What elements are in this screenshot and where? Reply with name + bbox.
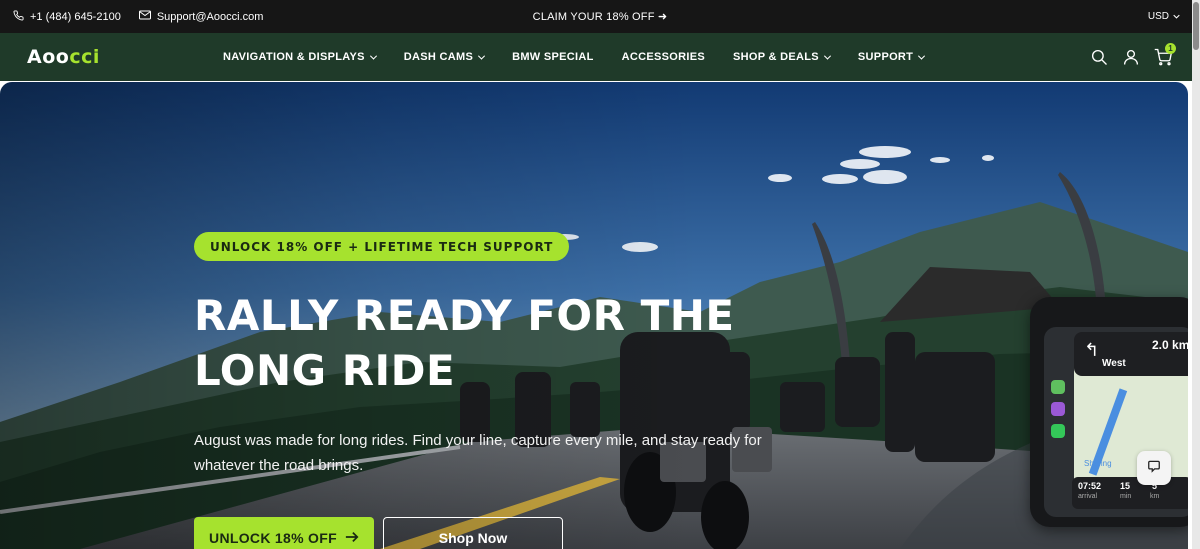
- email-address: Support@Aoocci.com: [156, 10, 264, 23]
- street-name: West: [1102, 358, 1126, 369]
- nav-item-label: BMW SPECIAL: [512, 51, 594, 63]
- turn-arrow-icon: ↰: [1084, 340, 1100, 361]
- promo-link[interactable]: CLAIM YOUR 18% OFF ➜: [533, 10, 668, 23]
- phone-number: +1 (484) 645-2100: [30, 10, 121, 23]
- chevron-down-icon: [478, 52, 486, 60]
- cart-icon[interactable]: 1: [1154, 43, 1176, 66]
- podcast-app-icon: [1051, 402, 1065, 416]
- chevron-down-icon: [1173, 11, 1180, 22]
- km-label: km: [1150, 493, 1160, 500]
- phone-icon: [13, 9, 24, 24]
- app-dock: [1047, 372, 1069, 482]
- chat-icon: [1147, 459, 1161, 478]
- promo-badge: UNLOCK 18% OFF + LIFETIME TECH SUPPORT: [194, 232, 570, 261]
- nav-item-navigation-displays[interactable]: NAVIGATION & DISPLAYS: [223, 51, 377, 63]
- hero-headline: RALLY READY FOR THE LONG RIDE: [194, 288, 754, 398]
- direction-card: ↰ 2.0 km West: [1074, 332, 1188, 376]
- nav-item-label: SHOP & DEALS: [733, 51, 819, 63]
- arrow-right-icon: [345, 530, 359, 546]
- minutes-label: min: [1120, 493, 1132, 500]
- search-icon[interactable]: [1090, 48, 1108, 66]
- chat-widget-button[interactable]: [1137, 451, 1171, 485]
- account-icon[interactable]: [1122, 48, 1140, 66]
- sharing-label: Sharing: [1084, 459, 1112, 468]
- nav-item-label: NAVIGATION & DISPLAYS: [223, 51, 365, 63]
- chevron-down-icon: [918, 52, 926, 60]
- nav-item-dash-cams[interactable]: DASH CAMS: [403, 51, 486, 63]
- logo-text-accent: cci: [69, 46, 100, 68]
- device-screen: ↰ 2.0 km West 07:52 arrival 15 min 5 km …: [1044, 327, 1188, 517]
- phone-link[interactable]: +1 (484) 645-2100: [13, 9, 121, 24]
- unlock-offer-button[interactable]: UNLOCK 18% OFF: [194, 517, 374, 549]
- email-link[interactable]: Support@Aoocci.com: [138, 10, 264, 23]
- nav-item-shop-deals[interactable]: SHOP & DEALS: [733, 51, 831, 63]
- phone-app-icon: [1051, 424, 1065, 438]
- hero-content: UNLOCK 18% OFF + LIFETIME TECH SUPPORT R…: [194, 82, 814, 549]
- chevron-down-icon: [369, 52, 377, 60]
- main-navigation: Aoo cci NAVIGATION & DISPLAYS DASH CAMS B…: [0, 33, 1200, 81]
- announcement-bar: +1 (484) 645-2100 Support@Aoocci.com CLA…: [0, 0, 1200, 33]
- nav-item-label: SUPPORT: [857, 51, 914, 63]
- page-scrollbar[interactable]: [1192, 0, 1200, 549]
- turn-distance: 2.0 km: [1152, 338, 1188, 352]
- shop-now-button[interactable]: Shop Now: [383, 517, 563, 549]
- arrival-label: arrival: [1078, 493, 1098, 500]
- nav-item-label: DASH CAMS: [403, 51, 474, 63]
- scrollbar-thumb[interactable]: [1193, 2, 1199, 50]
- navigation-device: ↰ 2.0 km West 07:52 arrival 15 min 5 km …: [1030, 297, 1188, 527]
- nav-item-accessories[interactable]: ACCESSORIES: [622, 51, 705, 63]
- headline-line-2: LONG RIDE: [194, 346, 456, 395]
- cart-count-badge: 1: [1165, 43, 1176, 54]
- currency-label: USD: [1147, 11, 1169, 22]
- maps-app-icon: [1051, 380, 1065, 394]
- nav-item-support[interactable]: SUPPORT: [857, 51, 926, 63]
- chevron-down-icon: [823, 52, 831, 60]
- unlock-offer-label: UNLOCK 18% OFF: [209, 530, 337, 546]
- nav-item-label: ACCESSORIES: [621, 51, 705, 63]
- currency-selector[interactable]: USD: [1148, 0, 1180, 33]
- logo-text-primary: Aoo: [27, 46, 70, 68]
- mail-icon: [138, 10, 151, 23]
- shop-now-label: Shop Now: [438, 530, 508, 546]
- hero-banner: ↰ 2.0 km West 07:52 arrival 15 min 5 km …: [0, 82, 1188, 549]
- headline-line-1: RALLY READY FOR THE: [194, 291, 735, 340]
- contact-info: +1 (484) 645-2100 Support@Aoocci.com: [13, 0, 263, 33]
- hero-subtitle: August was made for long rides. Find you…: [194, 432, 762, 474]
- nav-item-bmw-special[interactable]: BMW SPECIAL: [512, 51, 594, 63]
- trip-minutes: 15: [1120, 481, 1131, 491]
- arrival-time: 07:52: [1078, 481, 1102, 491]
- nav-actions: 1: [1090, 33, 1176, 81]
- trip-info: 07:52 arrival 15 min 5 km: [1072, 477, 1188, 509]
- brand-logo[interactable]: Aoo cci: [27, 45, 100, 69]
- nav-menu: NAVIGATION & DISPLAYS DASH CAMS BMW SPEC…: [223, 33, 926, 81]
